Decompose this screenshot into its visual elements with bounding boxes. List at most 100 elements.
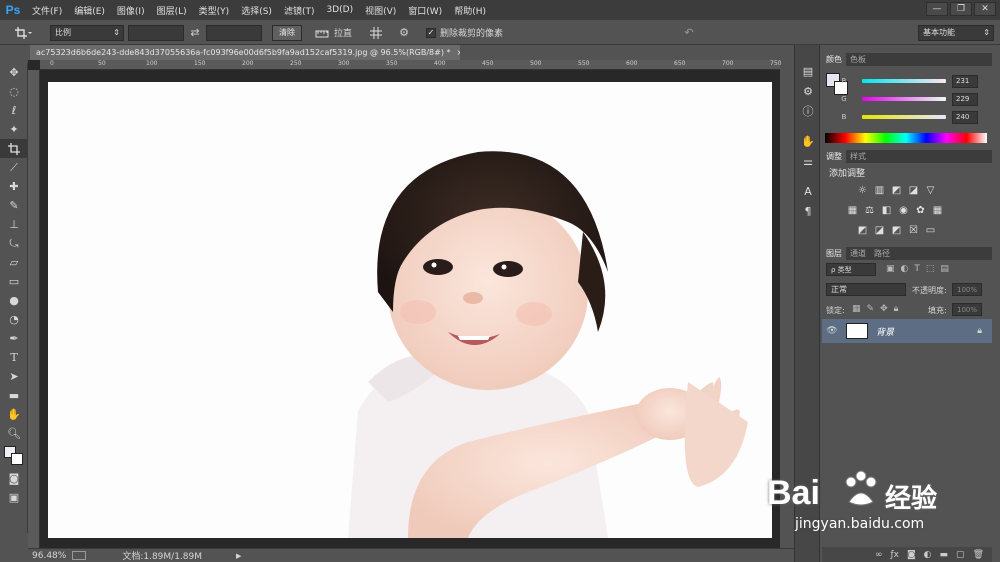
delete-cropped-checkbox[interactable]: ✓ 删除裁剪的像素 bbox=[426, 24, 503, 41]
new-adjustment-layer-icon[interactable]: ◐ bbox=[924, 550, 932, 560]
layer-row-background[interactable]: 👁︎ 背景 🔒︎ bbox=[822, 319, 992, 343]
filter-type-icon[interactable]: T bbox=[914, 264, 920, 274]
menu-help[interactable]: 帮助(H) bbox=[448, 4, 492, 17]
history-panel-icon[interactable]: ▤ bbox=[795, 61, 821, 81]
opacity-input[interactable]: 100% bbox=[952, 283, 982, 296]
width-input[interactable] bbox=[128, 24, 184, 41]
tab-styles[interactable]: 样式 bbox=[846, 150, 870, 163]
filter-shape-icon[interactable]: ⬚ bbox=[926, 264, 935, 274]
invert-icon[interactable]: ◩ bbox=[856, 224, 869, 237]
type-tool-icon[interactable]: T bbox=[0, 348, 28, 367]
document-tab[interactable]: ac75323d6b6de243-dde843d37055636a-fc093f… bbox=[30, 45, 460, 60]
menu-filter[interactable]: 滤镜(T) bbox=[278, 4, 321, 17]
photo-filter-icon[interactable]: ◉ bbox=[897, 204, 910, 217]
grid-overlay-icon[interactable] bbox=[368, 24, 384, 41]
link-layers-icon[interactable]: ∞ bbox=[875, 550, 883, 560]
blue-value[interactable]: 240 bbox=[952, 110, 978, 124]
restore-button[interactable]: ❐ bbox=[950, 2, 972, 16]
quick-mask-icon[interactable]: ◙ bbox=[0, 469, 28, 488]
eraser-tool-icon[interactable]: ▱ bbox=[0, 253, 28, 272]
lasso-tool-icon[interactable]: ℓ bbox=[0, 101, 28, 120]
paragraph-panel-icon[interactable]: ¶ bbox=[795, 201, 821, 221]
brightness-contrast-icon[interactable]: ☼ bbox=[856, 184, 869, 197]
straighten-label[interactable]: 拉直 bbox=[334, 24, 352, 41]
green-slider[interactable] bbox=[862, 97, 946, 101]
menu-select[interactable]: 选择(S) bbox=[235, 4, 278, 17]
healing-brush-tool-icon[interactable]: ✚ bbox=[0, 177, 28, 196]
gradient-tool-icon[interactable]: ▭ bbox=[0, 272, 28, 291]
red-slider[interactable] bbox=[862, 79, 946, 83]
height-input[interactable] bbox=[206, 24, 262, 41]
close-tab-icon[interactable]: × bbox=[456, 48, 460, 57]
new-layer-icon[interactable]: ▢ bbox=[956, 550, 965, 560]
channel-mixer-icon[interactable]: ✿ bbox=[914, 204, 927, 217]
lock-pixels-icon[interactable]: ✎ bbox=[867, 304, 875, 314]
selective-color-icon[interactable]: ☒ bbox=[907, 224, 920, 237]
blur-tool-icon[interactable]: ● bbox=[0, 291, 28, 310]
tab-swatches[interactable]: 色板 bbox=[846, 53, 870, 66]
filter-adjustment-icon[interactable]: ◐ bbox=[901, 264, 909, 274]
lock-transparency-icon[interactable]: ▦ bbox=[852, 304, 861, 314]
background-color-swatch[interactable] bbox=[11, 453, 23, 465]
straighten-icon[interactable] bbox=[314, 24, 330, 41]
red-value[interactable]: 231 bbox=[952, 74, 978, 88]
zoom-preview-icon[interactable] bbox=[72, 551, 87, 560]
new-group-icon[interactable]: ▬ bbox=[940, 550, 949, 560]
crop-tool-icon[interactable] bbox=[0, 139, 28, 158]
menu-edit[interactable]: 编辑(E) bbox=[68, 4, 111, 17]
workspace-select[interactable]: 基本功能 ⇕ bbox=[918, 24, 994, 41]
hand-tool-icon[interactable]: ✋ bbox=[0, 405, 28, 424]
layer-lock-icon[interactable]: 🔒︎ bbox=[977, 326, 982, 336]
screen-mode-icon[interactable]: ▣ bbox=[0, 488, 28, 507]
lock-all-icon[interactable]: 🔒︎ bbox=[894, 304, 899, 314]
blend-mode-select[interactable]: 正常 bbox=[826, 283, 906, 296]
vertical-ruler[interactable] bbox=[28, 70, 40, 548]
info-panel-icon[interactable]: ⓘ bbox=[795, 101, 821, 121]
threshold-icon[interactable]: ◩ bbox=[890, 224, 903, 237]
character-panel-icon[interactable]: A bbox=[795, 181, 821, 201]
status-menu-arrow-icon[interactable]: ▶ bbox=[236, 552, 241, 560]
eyedropper-tool-icon[interactable]: ⟋ bbox=[0, 158, 28, 177]
filter-smart-object-icon[interactable]: ▤ bbox=[940, 264, 949, 274]
layer-style-icon[interactable]: ƒx bbox=[890, 550, 899, 560]
layer-name[interactable]: 背景 bbox=[876, 325, 894, 338]
minimize-button[interactable]: — bbox=[926, 2, 948, 16]
brush-tool-icon[interactable]: ✎ bbox=[0, 196, 28, 215]
horizontal-ruler[interactable]: 0 50 100 150 200 250 300 350 400 450 500 550 600 650 7… bbox=[40, 60, 781, 70]
posterize-icon[interactable]: ◪ bbox=[873, 224, 886, 237]
lock-position-icon[interactable]: ✥ bbox=[880, 304, 888, 314]
menu-layer[interactable]: 图层(L) bbox=[151, 4, 193, 17]
black-white-icon[interactable]: ◧ bbox=[880, 204, 893, 217]
hue-saturation-icon[interactable]: ▦ bbox=[846, 204, 859, 217]
exposure-icon[interactable]: ◪ bbox=[907, 184, 920, 197]
pen-tool-icon[interactable]: ✒ bbox=[0, 329, 28, 348]
adjust-panel-icon[interactable]: ⚌ bbox=[795, 151, 821, 171]
move-tool-icon[interactable]: ✥ bbox=[0, 63, 28, 82]
color-lookup-icon[interactable]: ▦ bbox=[931, 204, 944, 217]
swap-icon[interactable]: ⇄ bbox=[188, 24, 202, 41]
visibility-eye-icon[interactable]: 👁︎ bbox=[822, 326, 842, 336]
close-button[interactable]: ✕ bbox=[974, 2, 996, 16]
tab-channels[interactable]: 通道 bbox=[846, 247, 870, 260]
menu-view[interactable]: 视图(V) bbox=[359, 4, 402, 17]
properties-panel-icon[interactable]: ⚙ bbox=[795, 81, 821, 101]
color-spectrum-ramp[interactable] bbox=[825, 133, 987, 143]
tab-paths[interactable]: 路径 bbox=[870, 247, 894, 260]
reset-icon[interactable]: ↶ bbox=[682, 24, 696, 41]
color-swatches[interactable] bbox=[0, 443, 28, 469]
gradient-map-icon[interactable]: ▭ bbox=[924, 224, 937, 237]
image-canvas[interactable] bbox=[48, 82, 772, 538]
fill-input[interactable]: 100% bbox=[952, 303, 982, 316]
menu-file[interactable]: 文件(F) bbox=[26, 4, 68, 17]
rectangle-tool-icon[interactable]: ▬ bbox=[0, 386, 28, 405]
stamp-tool-icon[interactable]: ⊥ bbox=[0, 215, 28, 234]
menu-image[interactable]: 图像(I) bbox=[111, 4, 151, 17]
marquee-tool-icon[interactable]: ◌ bbox=[0, 82, 28, 101]
magic-wand-tool-icon[interactable]: ✦ bbox=[0, 120, 28, 139]
zoom-tool-icon[interactable]: 🔍︎ bbox=[0, 424, 28, 443]
gear-icon[interactable]: ⚙ bbox=[396, 24, 412, 41]
blue-slider[interactable] bbox=[862, 115, 946, 119]
curves-icon[interactable]: ◩ bbox=[890, 184, 903, 197]
menu-3d[interactable]: 3D(D) bbox=[320, 5, 359, 15]
green-value[interactable]: 229 bbox=[952, 92, 978, 106]
